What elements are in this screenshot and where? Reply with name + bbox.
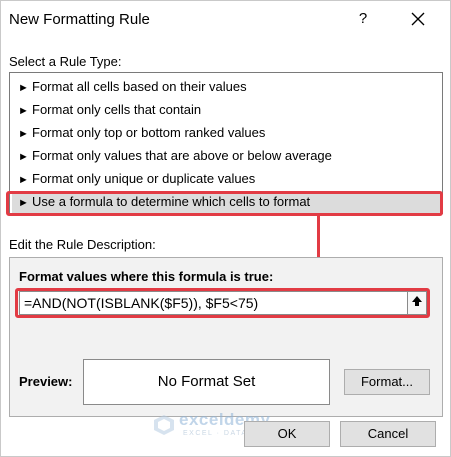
pointer-arrow-icon: ► [18, 151, 29, 163]
formula-input[interactable]: =AND(NOT(ISBLANK($F5)), $F5<75) [19, 291, 408, 315]
rule-type-item-label: Format only cells that contain [32, 102, 202, 117]
close-button[interactable] [405, 6, 431, 32]
collapse-dialog-icon [412, 296, 422, 306]
pointer-arrow-icon: ► [18, 197, 29, 209]
title-bar: New Formatting Rule ? [1, 1, 450, 39]
rule-type-item-selected[interactable]: ► Use a formula to determine which cells … [12, 191, 440, 213]
rule-type-item-label: Format only top or bottom ranked values [32, 125, 266, 140]
rule-type-item[interactable]: ► Format only values that are above or be… [12, 145, 440, 167]
pointer-arrow-icon: ► [18, 82, 29, 94]
rule-type-item-label: Format only unique or duplicate values [32, 171, 256, 186]
dialog-title: New Formatting Rule [9, 11, 150, 28]
formula-heading: Format values where this formula is true… [19, 269, 274, 284]
rule-type-item-label: Format all cells based on their values [32, 79, 247, 94]
rule-type-label: Select a Rule Type: [9, 54, 122, 69]
collapse-dialog-button[interactable] [407, 291, 427, 315]
rule-type-item[interactable]: ► Format only cells that contain [12, 99, 440, 121]
rule-type-item[interactable]: ► Format only unique or duplicate values [12, 168, 440, 190]
preview-label: Preview: [19, 374, 73, 389]
rule-type-item-label: Format only values that are above or bel… [32, 148, 332, 163]
help-button[interactable]: ? [351, 7, 375, 31]
format-button[interactable]: Format... [344, 369, 430, 395]
pointer-arrow-icon: ► [18, 174, 29, 186]
pointer-arrow-icon: ► [18, 128, 29, 140]
new-formatting-rule-dialog: New Formatting Rule ? Select a Rule Type… [0, 0, 451, 457]
exceldemy-logo-icon [154, 415, 174, 435]
edit-rule-description-label: Edit the Rule Description: [9, 237, 156, 252]
close-icon [411, 12, 425, 26]
rule-type-item[interactable]: ► Format all cells based on their values [12, 76, 440, 98]
rule-type-item-label: Use a formula to determine which cells t… [32, 194, 311, 209]
rule-type-item[interactable]: ► Format only top or bottom ranked values [12, 122, 440, 144]
rule-type-list: ► Format all cells based on their values … [9, 72, 443, 214]
cancel-button[interactable]: Cancel [340, 421, 436, 447]
pointer-arrow-icon: ► [18, 105, 29, 117]
ok-button[interactable]: OK [244, 421, 330, 447]
preview-box: No Format Set [83, 359, 330, 405]
